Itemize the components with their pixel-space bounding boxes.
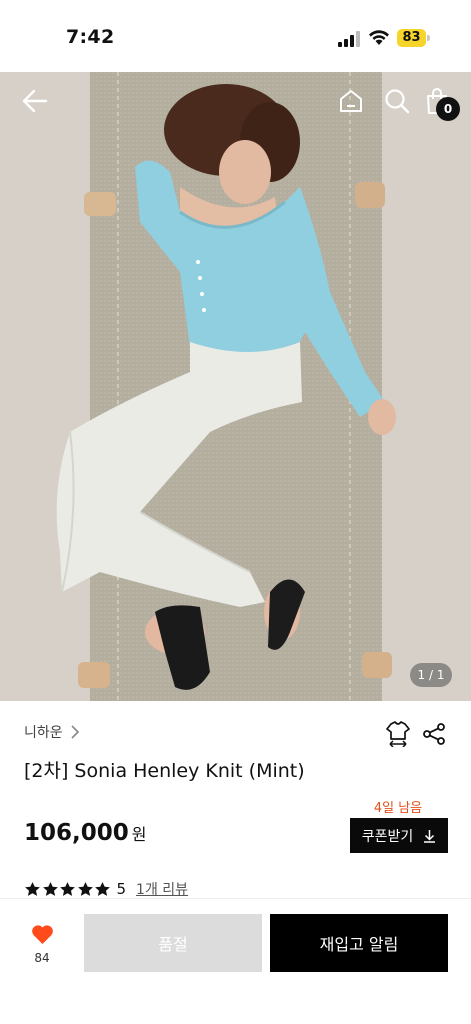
sold-out-label: 품절 — [158, 935, 188, 954]
like-count: 84 — [34, 951, 50, 965]
download-icon — [424, 829, 436, 843]
price-value: 106,000 — [24, 820, 129, 846]
chevron-right-icon — [71, 725, 79, 739]
product-title: [2차] Sonia Henley Knit (Mint) — [24, 760, 305, 782]
heart-icon — [31, 925, 53, 944]
star-icon — [25, 881, 40, 896]
cellular-signal-icon — [338, 31, 360, 47]
battery-indicator: 83 — [397, 29, 430, 47]
star-icon — [42, 881, 58, 896]
brand-link[interactable]: 니하운 — [24, 722, 81, 742]
status-time: 7:42 — [66, 26, 115, 48]
price-row: 106,000 원 — [24, 820, 147, 846]
star-icon — [77, 881, 93, 896]
coupon-days-left: 4일 남음 — [373, 801, 423, 816]
battery-level: 83 — [402, 30, 421, 45]
sold-out-button: 품절 — [84, 914, 262, 972]
product-photo — [0, 72, 471, 701]
status-bar: 7:42 83 — [0, 0, 471, 72]
product-image-carousel[interactable]: 0 1 / 1 — [0, 72, 471, 701]
hanger-fit-icon[interactable] — [386, 721, 410, 747]
home-icon[interactable] — [338, 88, 364, 114]
like-button[interactable]: 84 — [22, 924, 62, 965]
restock-alert-button[interactable]: 재입고 알림 — [270, 914, 448, 972]
share-icon[interactable] — [422, 722, 446, 746]
rating-value: 5 — [116, 880, 127, 898]
star-icon — [95, 881, 110, 896]
brand-name: 니하운 — [24, 725, 63, 741]
restock-alert-label: 재입고 알림 — [319, 935, 399, 954]
star-rating — [24, 881, 112, 898]
coupon-button-label: 쿠폰받기 — [361, 828, 414, 845]
cart-count-badge: 0 — [436, 97, 460, 121]
search-icon[interactable] — [384, 88, 410, 114]
rating-row: 5 1개 리뷰 — [24, 878, 188, 900]
image-pager: 1 / 1 — [410, 663, 452, 687]
review-count-link[interactable]: 1개 리뷰 — [136, 879, 188, 899]
back-arrow-icon[interactable] — [22, 88, 48, 114]
coupon-download-button[interactable]: 쿠폰받기 — [350, 818, 448, 853]
star-icon — [60, 881, 75, 896]
price-currency: 원 — [131, 825, 147, 844]
wifi-icon — [369, 30, 389, 45]
